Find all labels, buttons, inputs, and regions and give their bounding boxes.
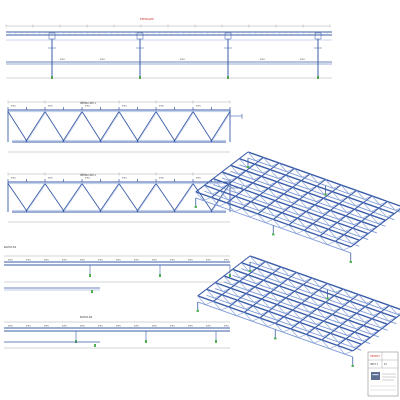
member-tag: ФМ1 <box>134 326 139 328</box>
iso-support <box>194 205 197 208</box>
member-tag: ФМ1 <box>8 326 13 328</box>
company-logo-mark <box>372 374 379 376</box>
member-tag: ФМ1 <box>170 260 175 262</box>
support-block <box>91 290 93 293</box>
iso-support <box>349 260 352 263</box>
member-tag: ФМ1 <box>98 326 103 328</box>
member-tag: ФМ1 <box>85 106 90 108</box>
member-tag: ФМ1 <box>152 326 157 328</box>
iso-support <box>351 364 354 367</box>
member-tag: ФМ1 <box>224 326 229 328</box>
gusset-node <box>62 140 65 142</box>
member-tag: ФМ1 <box>60 59 65 61</box>
title-block: ПРОЕКТ ЛИСТ 1 Р1 <box>367 351 399 397</box>
member-tag: ФМ1 <box>196 106 201 108</box>
gusset-node <box>99 140 102 142</box>
iso-support <box>324 193 327 196</box>
member-tag: ФМ1 <box>44 260 49 262</box>
member-tag: ФМ1 <box>100 59 105 61</box>
gusset-node <box>173 210 176 212</box>
iso-support <box>274 337 277 340</box>
member-tag: ФМ1 <box>206 326 211 328</box>
member-tag: ФМ1 <box>11 106 16 108</box>
support-block <box>51 76 53 79</box>
iso-support <box>326 297 329 300</box>
member-tag: ФМ1 <box>48 178 53 180</box>
title-block-sheet: ЛИСТ 1 <box>370 363 379 366</box>
support-block <box>139 76 141 79</box>
member-tag: ФМ1 <box>170 326 175 328</box>
member-tag: ФМ1 <box>188 260 193 262</box>
gusset-node <box>173 140 176 142</box>
company-logo <box>371 372 380 380</box>
gusset-node <box>136 210 139 212</box>
member-tag: ФМ1 <box>44 326 49 328</box>
member-tag: ФМ1 <box>85 178 90 180</box>
iso-support <box>246 166 250 168</box>
member-tag: ФМ1 <box>122 106 127 108</box>
iso-support <box>248 270 252 272</box>
member-tag: ФМ1 <box>260 59 265 61</box>
gusset-node <box>62 210 65 212</box>
top-note: ЕЛЕВАЦИЯ <box>140 18 154 21</box>
support-block <box>145 340 147 343</box>
member-tag: ФМ1 <box>62 326 67 328</box>
member-tag: ФМ1 <box>206 260 211 262</box>
member-tag: ФМ1 <box>116 326 121 328</box>
member-tag: ФМ1 <box>8 260 13 262</box>
iso-support <box>196 309 199 312</box>
support-block <box>215 340 217 343</box>
member-tag: ФМ1 <box>80 260 85 262</box>
title-block-project: ПРОЕКТ <box>370 355 380 358</box>
support-block <box>89 274 91 277</box>
member-tag: ФМ1 <box>80 326 85 328</box>
beam-2-note: БАЛКА Б2 <box>80 316 93 319</box>
support-block <box>159 274 161 277</box>
member-tag: ФМ1 <box>134 260 139 262</box>
member-tag: ФМ1 <box>180 59 185 61</box>
member-tag: ФМ1 <box>188 326 193 328</box>
support-block <box>227 76 229 79</box>
gusset-node <box>210 140 213 142</box>
member-tag: ФМ1 <box>11 178 16 180</box>
iso-support <box>272 233 275 236</box>
support-block <box>229 274 231 277</box>
member-tag: ФМ1 <box>48 106 53 108</box>
member-tag: ФМ1 <box>224 260 229 262</box>
member-tag: ФМ1 <box>300 59 305 61</box>
member-tag: ФМ1 <box>116 260 121 262</box>
gusset-node <box>25 140 28 142</box>
gusset-node <box>210 210 213 212</box>
gusset-node <box>136 140 139 142</box>
support-block <box>317 76 319 79</box>
member-tag: ФМ1 <box>122 178 127 180</box>
member-tag: ФМ1 <box>26 326 31 328</box>
beam-1-note: БАЛКА Б1 <box>4 246 17 249</box>
support-block <box>75 340 77 343</box>
member-tag: ФМ1 <box>196 178 201 180</box>
member-tag: ФМ1 <box>62 260 67 262</box>
member-tag: ФМ1 <box>98 260 103 262</box>
member-tag: ФМ1 <box>159 178 164 180</box>
member-tag: ФМ1 <box>152 260 157 262</box>
member-tag: ФМ1 <box>159 106 164 108</box>
drawing-sheet: ЕЛЕВАЦИЯ ФМ1 ФМ1 ФМ1 ФМ1 ФМ1 ФЕРМА ФМ 1 ФМ1 Ф… <box>0 0 400 400</box>
member-tag: ФМ1 <box>26 260 31 262</box>
gusset-node <box>25 210 28 212</box>
gusset-node <box>99 210 102 212</box>
support-block <box>94 344 96 347</box>
